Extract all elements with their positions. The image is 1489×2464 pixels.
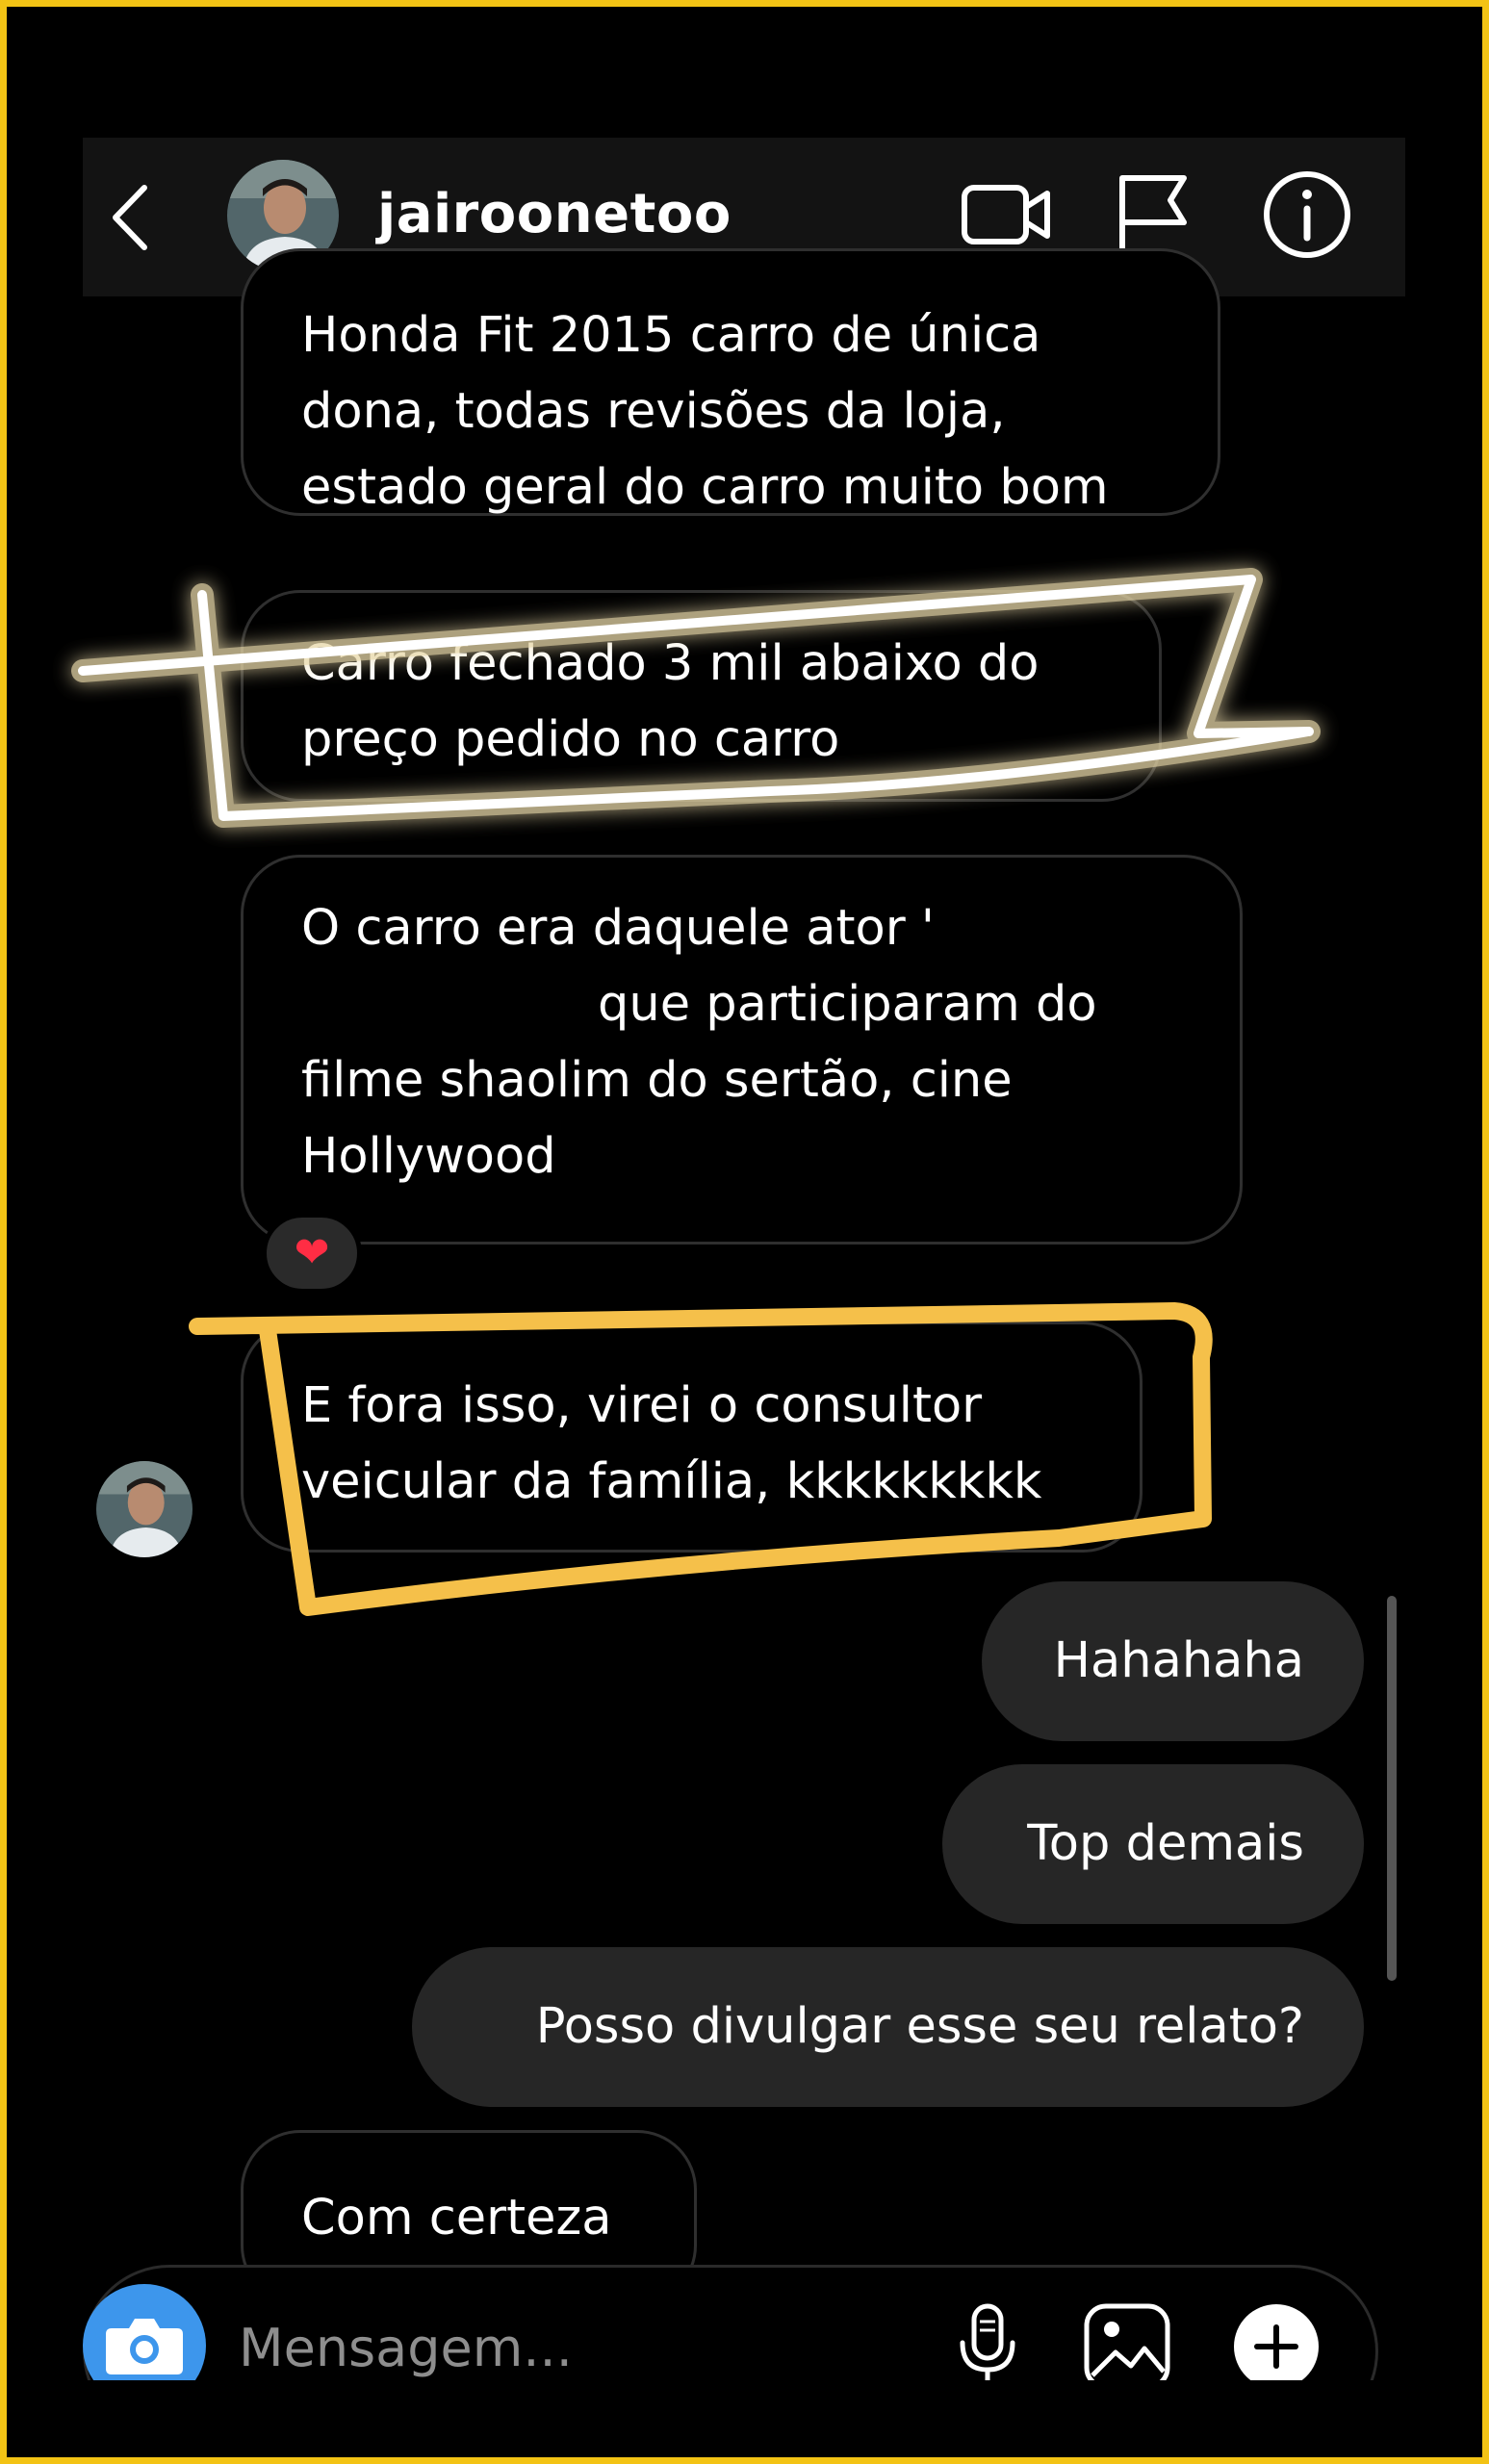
back-button[interactable]	[102, 174, 160, 261]
message-line: filme shaolim do sertão, cine	[301, 1052, 1013, 1109]
received-message[interactable]: Honda Fit 2015 carro de única dona, toda…	[241, 248, 1220, 516]
message-line: Honda Fit 2015 carro de única	[301, 307, 1041, 364]
message-line: Com certeza	[301, 2190, 612, 2246]
info-button[interactable]	[1257, 165, 1357, 265]
message-line: Carro fechado 3 mil abaixo do	[301, 635, 1040, 692]
sender-avatar[interactable]	[96, 1461, 193, 1557]
message-text: Top demais	[1027, 1815, 1304, 1872]
microphone-icon	[960, 2303, 1015, 2380]
more-button[interactable]	[1228, 2298, 1324, 2380]
camera-button[interactable]	[83, 2284, 206, 2380]
message-line: estado geral do carro muito bom	[301, 459, 1109, 516]
message-text: Hahahaha	[1053, 1632, 1304, 1689]
received-message[interactable]: Carro fechado 3 mil abaixo do preço pedi…	[241, 590, 1162, 802]
camera-icon	[106, 2319, 183, 2374]
info-icon	[1264, 171, 1350, 258]
message-line: E fora isso, virei o consultor	[301, 1377, 983, 1434]
received-message[interactable]: E fora isso, virei o consultor veicular …	[241, 1322, 1142, 1553]
plus-icon	[1234, 2304, 1319, 2380]
message-line: preço pedido no carro	[301, 711, 840, 768]
heart-icon: ❤	[294, 1228, 330, 1277]
chat-screen: jairoonetoo Honda Fit 2015 carro de únic…	[83, 138, 1405, 2380]
gallery-button[interactable]	[1079, 2298, 1175, 2380]
scrollbar[interactable]	[1387, 1596, 1397, 1981]
gallery-icon	[1084, 2303, 1170, 2380]
sent-message[interactable]: Posso divulgar esse seu relato?	[412, 1947, 1364, 2107]
message-line: que participaram do	[598, 976, 1097, 1033]
received-message[interactable]: O carro era daquele ator ' que participa…	[241, 855, 1243, 1245]
message-line: O carro era daquele ator '	[301, 900, 935, 957]
heart-reaction[interactable]: ❤	[262, 1213, 362, 1294]
message-line: veicular da família, kkkkkkkkk	[301, 1453, 1042, 1510]
sent-message[interactable]: Top demais	[942, 1764, 1364, 1924]
message-text: Posso divulgar esse seu relato?	[535, 1998, 1304, 2055]
voice-message-button[interactable]	[939, 2298, 1036, 2380]
profile-photo	[96, 1461, 193, 1557]
message-line: dona, todas revisões da loja,	[301, 383, 1006, 440]
sent-message[interactable]: Hahahaha	[982, 1581, 1364, 1741]
message-input[interactable]	[237, 2289, 991, 2380]
back-arrow-icon	[113, 185, 147, 250]
message-line: Hollywood	[301, 1128, 556, 1185]
